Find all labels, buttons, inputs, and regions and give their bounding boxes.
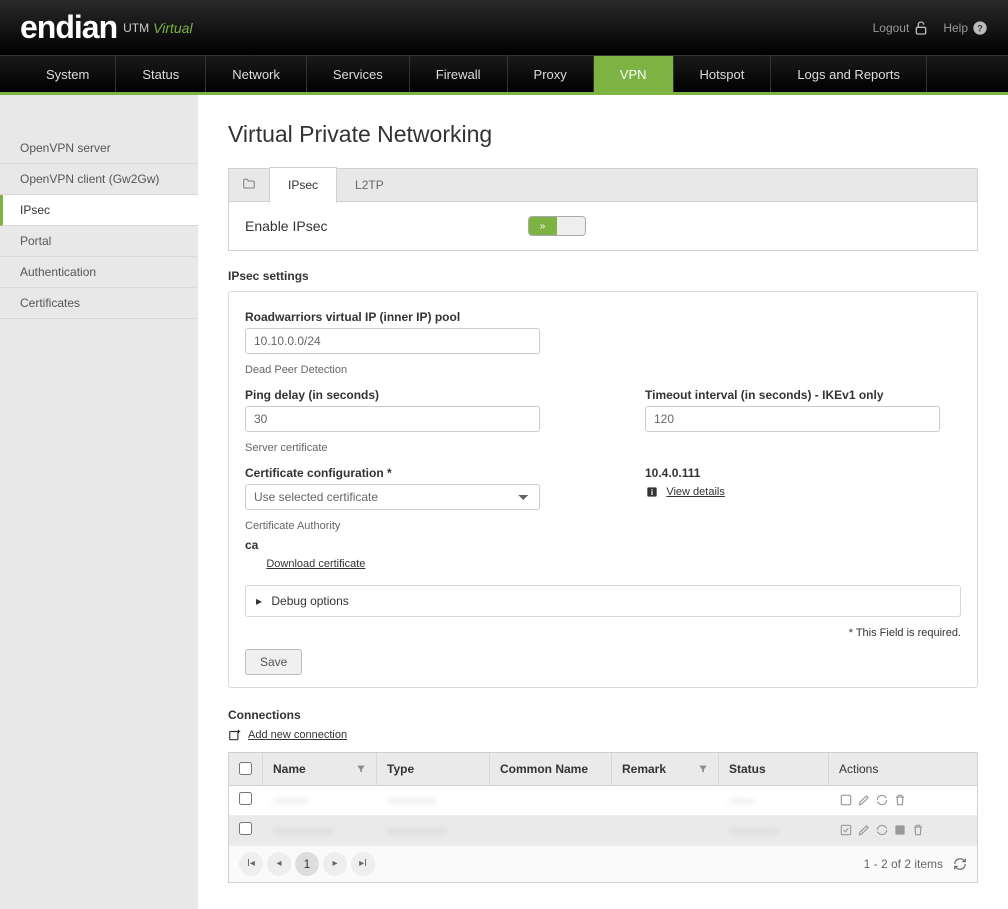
header: endian UTM Virtual Logout Help ?	[0, 0, 1008, 55]
info-icon[interactable]	[893, 823, 907, 837]
row-name: ———	[273, 793, 309, 807]
tab-ipsec[interactable]: IPsec	[269, 167, 337, 203]
brand-virtual: Virtual	[153, 20, 192, 36]
roadwarriors-label: Roadwarriors virtual IP (inner IP) pool	[245, 310, 961, 324]
row-type: ————	[387, 793, 435, 807]
col-status[interactable]: Status	[729, 762, 766, 776]
cert-ip-label: 10.4.0.111	[645, 466, 961, 480]
table-row: —————————	[229, 786, 977, 816]
topnav-item-logs-and-reports[interactable]: Logs and Reports	[771, 56, 927, 92]
topnav-item-hotspot[interactable]: Hotspot	[674, 56, 772, 92]
sidebar: OpenVPN serverOpenVPN client (Gw2Gw)IPse…	[0, 95, 198, 909]
timeout-input[interactable]	[645, 406, 940, 432]
row-status: ——	[729, 793, 753, 807]
checkbox-action-icon[interactable]	[839, 823, 853, 837]
page-title: Virtual Private Networking	[228, 121, 978, 148]
brand-utm: UTM	[123, 21, 149, 35]
topnav-item-proxy[interactable]: Proxy	[508, 56, 594, 92]
sidebar-item-authentication[interactable]: Authentication	[0, 257, 198, 288]
ping-delay-label: Ping delay (in seconds)	[245, 388, 585, 402]
lock-icon	[913, 20, 929, 36]
trash-icon[interactable]	[893, 793, 907, 807]
filter-icon[interactable]	[698, 764, 708, 774]
connections-heading: Connections	[228, 708, 978, 722]
col-common[interactable]: Common Name	[500, 762, 588, 776]
row-checkbox[interactable]	[239, 792, 252, 805]
main-content: Virtual Private Networking IPsecL2TP Ena…	[198, 95, 1008, 909]
edit-icon[interactable]	[857, 823, 871, 837]
pager-page: 1	[295, 852, 319, 876]
info-icon: i	[645, 485, 659, 499]
edit-icon[interactable]	[857, 793, 871, 807]
pager-first-button[interactable]: I◂	[239, 852, 263, 876]
pager-last-button[interactable]: ▸I	[351, 852, 375, 876]
chevron-right-icon: ▸	[256, 594, 262, 608]
sidebar-item-openvpn-server[interactable]: OpenVPN server	[0, 133, 198, 164]
view-details-link[interactable]: View details	[666, 486, 725, 498]
refresh-icon[interactable]	[875, 793, 889, 807]
toggle-on-icon: »	[529, 217, 557, 235]
topnav-item-vpn[interactable]: VPN	[594, 56, 674, 92]
connections-grid: Name Type Common Name Remark Status Acti…	[228, 752, 978, 883]
topnav-item-services[interactable]: Services	[307, 56, 410, 92]
top-nav: SystemStatusNetworkServicesFirewallProxy…	[0, 55, 1008, 95]
cert-config-label: Certificate configuration *	[245, 466, 585, 480]
row-checkbox[interactable]	[239, 822, 252, 835]
enable-ipsec-label: Enable IPsec	[245, 218, 328, 234]
svg-text:i: i	[651, 488, 653, 497]
pager-summary: 1 - 2 of 2 items	[864, 857, 943, 871]
ping-delay-input[interactable]	[245, 406, 540, 432]
brand-name: endian	[20, 9, 117, 46]
enable-ipsec-toggle[interactable]: »	[528, 216, 586, 236]
topnav-item-network[interactable]: Network	[206, 56, 307, 92]
cert-config-select[interactable]: Use selected certificate	[245, 484, 540, 510]
filter-icon[interactable]	[356, 764, 366, 774]
checkbox-action-icon[interactable]	[839, 793, 853, 807]
svg-text:?: ?	[977, 23, 983, 33]
ca-label: ca	[245, 538, 961, 552]
topnav-item-status[interactable]: Status	[116, 56, 206, 92]
sidebar-item-certificates[interactable]: Certificates	[0, 288, 198, 319]
folder-icon	[229, 177, 269, 194]
pager-prev-button[interactable]: ◂	[267, 852, 291, 876]
sidebar-item-openvpn-client-gw2gw-[interactable]: OpenVPN client (Gw2Gw)	[0, 164, 198, 195]
topnav-item-system[interactable]: System	[20, 56, 116, 92]
select-all-checkbox[interactable]	[239, 762, 252, 775]
dpd-label: Dead Peer Detection	[245, 364, 961, 376]
table-row: ——————————————	[229, 816, 977, 846]
sidebar-item-ipsec[interactable]: IPsec	[0, 195, 198, 226]
help-icon: ?	[972, 20, 988, 36]
sidebar-item-portal[interactable]: Portal	[0, 226, 198, 257]
tab-bar: IPsecL2TP	[228, 168, 978, 202]
roadwarriors-input[interactable]	[245, 328, 540, 354]
save-button[interactable]: Save	[245, 649, 302, 675]
tab-l2tp[interactable]: L2TP	[337, 168, 402, 202]
row-type: —————	[387, 823, 447, 837]
row-name: —————	[273, 823, 333, 837]
settings-box: Roadwarriors virtual IP (inner IP) pool …	[228, 291, 978, 688]
refresh-icon[interactable]	[875, 823, 889, 837]
download-icon	[245, 557, 259, 571]
add-connection-link[interactable]: Add new connection	[248, 729, 347, 741]
debug-options-toggle[interactable]: ▸ Debug options	[245, 585, 961, 617]
refresh-icon[interactable]	[953, 857, 967, 871]
ca-section-label: Certificate Authority	[245, 520, 961, 532]
timeout-label: Timeout interval (in seconds) - IKEv1 on…	[645, 388, 961, 402]
col-name[interactable]: Name	[273, 762, 306, 776]
col-remark[interactable]: Remark	[622, 762, 666, 776]
trash-icon[interactable]	[911, 823, 925, 837]
col-type[interactable]: Type	[387, 762, 414, 776]
ipsec-settings-heading: IPsec settings	[228, 269, 978, 283]
pager-next-button[interactable]: ▸	[323, 852, 347, 876]
help-button[interactable]: Help ?	[943, 20, 988, 36]
grid-footer: I◂ ◂ 1 ▸ ▸I 1 - 2 of 2 items	[229, 846, 977, 882]
col-actions: Actions	[839, 762, 878, 776]
topnav-item-firewall[interactable]: Firewall	[410, 56, 508, 92]
row-status: ————	[729, 823, 777, 837]
download-cert-link[interactable]: Download certificate	[266, 558, 365, 570]
server-cert-label: Server certificate	[245, 442, 961, 454]
add-icon	[228, 728, 242, 742]
logout-button[interactable]: Logout	[873, 20, 930, 36]
required-note: * This Field is required.	[245, 627, 961, 639]
